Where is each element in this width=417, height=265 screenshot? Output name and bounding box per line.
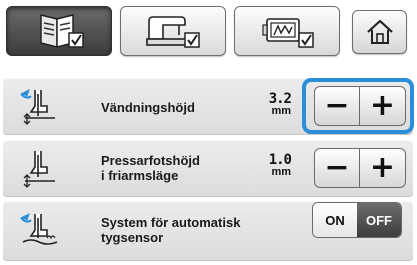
free-motion-presser-height-number: 1.0 [268, 152, 292, 168]
fabric-sensor-icon [20, 213, 58, 245]
setting-label-auto-fabric-sensor: System för automatisk tygsensor [101, 215, 241, 245]
pivot-height-unit: mm [271, 105, 291, 117]
setting-row-pivot-height: Vändningshöjd 3.2 mm − + [3, 78, 413, 135]
tab-general-settings[interactable] [6, 6, 112, 56]
pivot-height-number: 3.2 [268, 91, 292, 107]
presser-foot-pivot-icon [20, 89, 55, 125]
toggle-off-option[interactable]: OFF [357, 203, 401, 237]
pivot-height-stepper: − + [314, 86, 406, 126]
home-icon [366, 19, 393, 44]
toggle-on-option[interactable]: ON [313, 203, 357, 237]
setting-row-free-motion-presser-height: Pressarfotshöjd i friarmsläge 1.0 mm − + [3, 140, 413, 197]
tab-sewing-settings[interactable] [120, 6, 226, 56]
sewing-machine-settings-icon [146, 16, 200, 48]
settings-page-icon [40, 14, 84, 48]
free-motion-presser-height-value: 1.0 mm [255, 152, 292, 178]
free-motion-presser-height-unit: mm [271, 166, 291, 178]
embroidery-settings-icon [262, 18, 314, 48]
tab-embroidery-settings[interactable] [234, 6, 340, 56]
pivot-height-value: 3.2 mm [255, 91, 292, 117]
pivot-height-increase-button[interactable]: + [360, 86, 406, 126]
free-motion-presser-height-stepper: − + [314, 148, 406, 188]
pivot-height-decrease-button[interactable]: − [314, 86, 360, 126]
free-motion-presser-height-decrease-button[interactable]: − [314, 148, 360, 188]
free-motion-presser-height-increase-button[interactable]: + [360, 148, 406, 188]
home-button[interactable] [352, 10, 407, 54]
presser-foot-height-icon [23, 151, 55, 188]
setting-label-pivot-height: Vändningshöjd [101, 100, 195, 115]
setting-label-free-motion-presser-height: Pressarfotshöjd i friarmsläge [101, 153, 200, 183]
auto-fabric-sensor-toggle[interactable]: ON OFF [312, 202, 402, 238]
